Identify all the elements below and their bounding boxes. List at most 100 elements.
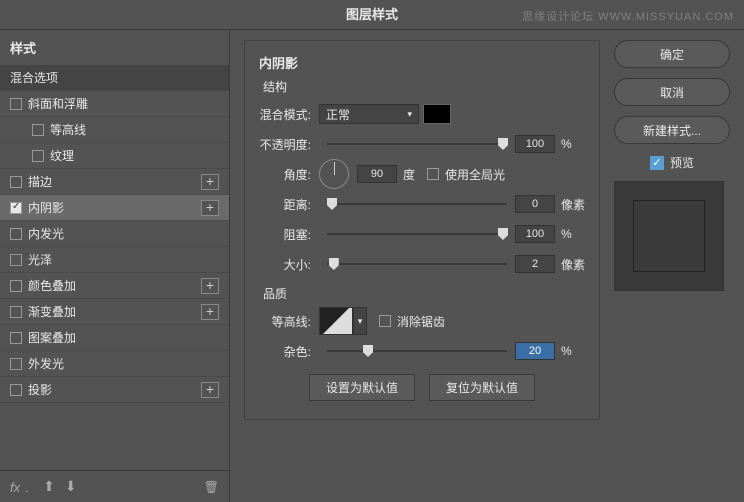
blend-mode-label: 混合模式:	[259, 106, 319, 123]
angle-unit: 度	[397, 166, 427, 183]
anti-alias-checkbox[interactable]	[379, 315, 391, 327]
opacity-unit: %	[555, 137, 585, 151]
noise-label: 杂色:	[259, 343, 319, 360]
style-item-label: 光泽	[28, 251, 219, 268]
style-item-label: 内发光	[28, 225, 219, 242]
angle-dial[interactable]	[319, 159, 349, 189]
style-item-label: 颜色叠加	[28, 277, 201, 294]
choke-slider[interactable]	[327, 233, 507, 235]
style-item-10[interactable]: 外发光	[0, 351, 229, 377]
preview-inner	[633, 200, 705, 272]
style-item-label: 投影	[28, 381, 201, 398]
style-item-6[interactable]: 光泽	[0, 247, 229, 273]
style-checkbox[interactable]	[10, 202, 22, 214]
styles-panel: 样式 混合选项 斜面和浮雕等高线纹理描边+内阴影+内发光光泽颜色叠加+渐变叠加+…	[0, 30, 230, 502]
chevron-down-icon: ▾	[407, 109, 412, 120]
action-panel: 确定 取消 新建样式... ✓ 预览	[614, 30, 744, 502]
noise-slider[interactable]	[327, 350, 507, 352]
fx-icon[interactable]: fx﹒	[10, 477, 33, 496]
preview-thumbnail	[614, 181, 724, 291]
style-checkbox[interactable]	[32, 124, 44, 136]
preview-checkbox[interactable]: ✓	[650, 156, 664, 170]
distance-slider[interactable]	[327, 203, 507, 205]
shadow-color-swatch[interactable]	[423, 104, 451, 124]
style-item-label: 斜面和浮雕	[28, 95, 219, 112]
quality-label: 品质	[259, 285, 585, 302]
blend-options-label: 混合选项	[10, 69, 219, 86]
cancel-button[interactable]: 取消	[614, 78, 730, 106]
section-title: 内阴影	[259, 53, 585, 72]
new-style-button[interactable]: 新建样式...	[614, 116, 730, 144]
style-item-4[interactable]: 内阴影+	[0, 195, 229, 221]
style-item-3[interactable]: 描边+	[0, 169, 229, 195]
size-slider[interactable]	[327, 263, 507, 265]
move-down-icon[interactable]: ⬇	[65, 478, 77, 495]
contour-dropdown[interactable]: ▾	[353, 307, 367, 335]
styles-header: 样式	[0, 30, 229, 65]
style-checkbox[interactable]	[32, 150, 44, 162]
choke-input[interactable]: 100	[515, 225, 555, 243]
style-checkbox[interactable]	[10, 98, 22, 110]
preview-label: 预览	[670, 154, 694, 171]
opacity-label: 不透明度:	[259, 136, 319, 153]
style-item-label: 纹理	[50, 147, 219, 164]
style-item-label: 描边	[28, 173, 201, 190]
style-item-label: 内阴影	[28, 199, 201, 216]
add-effect-icon[interactable]: +	[201, 382, 219, 398]
size-input[interactable]: 2	[515, 255, 555, 273]
blend-mode-value: 正常	[326, 106, 350, 123]
style-item-label: 外发光	[28, 355, 219, 372]
structure-label: 结构	[259, 78, 585, 95]
distance-label: 距离:	[259, 196, 319, 213]
contour-picker[interactable]	[319, 307, 353, 335]
watermark-text: 思缘设计论坛 WWW.MISSYUAN.COM	[522, 8, 734, 24]
anti-alias-label: 消除锯齿	[397, 313, 445, 330]
trash-icon[interactable]: 🗑	[204, 480, 219, 494]
move-up-icon[interactable]: ⬆	[43, 478, 55, 495]
add-effect-icon[interactable]: +	[201, 304, 219, 320]
style-item-11[interactable]: 投影+	[0, 377, 229, 403]
noise-unit: %	[555, 344, 585, 358]
distance-input[interactable]: 0	[515, 195, 555, 213]
style-item-2[interactable]: 纹理	[0, 143, 229, 169]
add-effect-icon[interactable]: +	[201, 200, 219, 216]
noise-input[interactable]: 20	[515, 342, 555, 360]
ok-button[interactable]: 确定	[614, 40, 730, 68]
style-item-label: 等高线	[50, 121, 219, 138]
settings-panel: 内阴影 结构 混合模式: 正常 ▾ 不透明度: 100 %	[230, 30, 614, 502]
style-checkbox[interactable]	[10, 358, 22, 370]
style-checkbox[interactable]	[10, 254, 22, 266]
style-item-9[interactable]: 图案叠加	[0, 325, 229, 351]
style-item-5[interactable]: 内发光	[0, 221, 229, 247]
style-item-label: 图案叠加	[28, 329, 219, 346]
style-item-0[interactable]: 斜面和浮雕	[0, 91, 229, 117]
angle-input[interactable]: 90	[357, 165, 397, 183]
blend-mode-select[interactable]: 正常 ▾	[319, 104, 419, 124]
choke-unit: %	[555, 227, 585, 241]
make-default-button[interactable]: 设置为默认值	[309, 374, 415, 401]
styles-footer: fx﹒ ⬆ ⬇ 🗑	[0, 470, 229, 502]
angle-label: 角度:	[259, 166, 319, 183]
opacity-slider[interactable]	[327, 143, 507, 145]
size-label: 大小:	[259, 256, 319, 273]
style-checkbox[interactable]	[10, 280, 22, 292]
style-checkbox[interactable]	[10, 176, 22, 188]
style-checkbox[interactable]	[10, 228, 22, 240]
style-checkbox[interactable]	[10, 332, 22, 344]
style-list: 混合选项 斜面和浮雕等高线纹理描边+内阴影+内发光光泽颜色叠加+渐变叠加+图案叠…	[0, 65, 229, 470]
add-effect-icon[interactable]: +	[201, 278, 219, 294]
add-effect-icon[interactable]: +	[201, 174, 219, 190]
style-checkbox[interactable]	[10, 306, 22, 318]
style-item-8[interactable]: 渐变叠加+	[0, 299, 229, 325]
global-light-checkbox[interactable]	[427, 168, 439, 180]
opacity-input[interactable]: 100	[515, 135, 555, 153]
reset-default-button[interactable]: 复位为默认值	[429, 374, 535, 401]
contour-label: 等高线:	[259, 313, 319, 330]
blend-options[interactable]: 混合选项	[0, 65, 229, 91]
style-item-7[interactable]: 颜色叠加+	[0, 273, 229, 299]
style-checkbox[interactable]	[10, 384, 22, 396]
choke-label: 阻塞:	[259, 226, 319, 243]
global-light-label: 使用全局光	[445, 166, 505, 183]
style-item-label: 渐变叠加	[28, 303, 201, 320]
style-item-1[interactable]: 等高线	[0, 117, 229, 143]
